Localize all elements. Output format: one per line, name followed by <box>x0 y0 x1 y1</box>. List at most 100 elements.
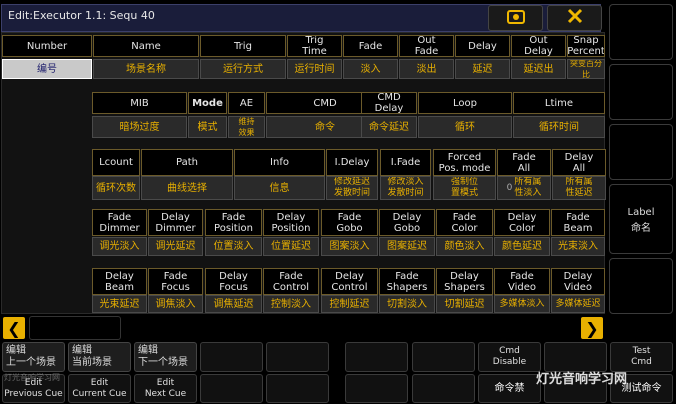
group5-value-7[interactable]: 多媒体淡入 <box>494 295 550 313</box>
scroll-right-button[interactable]: ❯ <box>581 317 603 339</box>
group2-value-1[interactable]: 模式 <box>188 116 227 138</box>
right-button-5[interactable] <box>609 258 673 314</box>
group3-value-0[interactable]: 循环次数 <box>92 176 140 200</box>
screen-button[interactable] <box>488 5 543 31</box>
group4-header-5: Delay Gobo <box>379 209 435 236</box>
cmd-disable-cn-button[interactable]: 命令禁 <box>478 374 541 403</box>
group5-header-7: Fade Video <box>494 268 550 295</box>
group3-value-6[interactable]: 0 所有属 性淡入 <box>497 176 551 200</box>
fade-all-prefix: 0 <box>506 182 513 193</box>
edit-cue-cn-button-0[interactable]: 编辑 上一个场景 <box>2 342 65 372</box>
label-button[interactable]: Label 命名 <box>609 184 673 254</box>
empty-button-top-0[interactable] <box>200 342 263 372</box>
group1-header-7: Out Delay <box>511 35 566 57</box>
group3-header-1: Path <box>141 149 233 176</box>
group4-header-2: Fade Position <box>205 209 262 236</box>
group2-header-5: Loop <box>418 92 512 114</box>
group1-value-3[interactable]: 运行时间 <box>287 59 342 79</box>
group5-value-6[interactable]: 切割延迟 <box>436 295 493 313</box>
empty-button-bottom-3[interactable] <box>412 374 475 403</box>
edit-cue-button-1[interactable]: Edit Current Cue <box>68 374 131 403</box>
group4-header-0: Fade Dimmer <box>92 209 147 236</box>
group4-value-4[interactable]: 图案淡入 <box>321 237 378 256</box>
group5-value-8[interactable]: 多媒体延迟 <box>551 295 605 313</box>
right-button-1[interactable] <box>609 4 673 60</box>
group1-header-3: Trig Time <box>287 35 342 57</box>
group1-value-4[interactable]: 淡入 <box>343 59 398 79</box>
group5-header-2: Delay Focus <box>205 268 262 295</box>
group1-value-5[interactable]: 淡出 <box>399 59 454 79</box>
group3-header-2: Info <box>234 149 325 176</box>
group3-value-5[interactable]: 强制位 置模式 <box>433 176 496 200</box>
group4-value-2[interactable]: 位置淡入 <box>205 237 262 256</box>
group1-value-1[interactable]: 场景名称 <box>93 59 199 79</box>
empty-button-top-3[interactable] <box>412 342 475 372</box>
group2-value-4[interactable]: 命令延迟 <box>361 116 417 138</box>
group3-value-2[interactable]: 信息 <box>234 176 325 200</box>
group3-header-4: I.Fade <box>380 149 431 176</box>
group4-header-7: Delay Color <box>494 209 550 236</box>
edit-cue-cn-button-2[interactable]: 编辑 下一个场景 <box>134 342 197 372</box>
group3-value-3[interactable]: 修改延迟 发散时间 <box>326 176 378 200</box>
scroll-left-button[interactable]: ❮ <box>3 317 25 339</box>
group4-value-6[interactable]: 颜色淡入 <box>436 237 493 256</box>
group2-header-6: Ltime <box>513 92 605 114</box>
screen-icon <box>506 8 525 29</box>
group1-header-2: Trig <box>200 35 286 57</box>
group1-value-0[interactable]: 编号 <box>2 59 92 79</box>
group1-value-6[interactable]: 延迟 <box>455 59 510 79</box>
group3-value-4[interactable]: 修改淡入 发散时间 <box>380 176 431 200</box>
group4-header-4: Fade Gobo <box>321 209 378 236</box>
right-button-2[interactable] <box>609 64 673 120</box>
group1-header-8: Snap Percent <box>567 35 605 57</box>
group1-header-4: Fade <box>343 35 398 57</box>
empty-button-bottom-2[interactable] <box>345 374 408 403</box>
group5-header-5: Fade Shapers <box>379 268 435 295</box>
group2-value-6[interactable]: 循环时间 <box>513 116 605 138</box>
group4-header-6: Fade Color <box>436 209 493 236</box>
group3-value-1[interactable]: 曲线选择 <box>141 176 233 200</box>
group1-value-2[interactable]: 运行方式 <box>200 59 286 79</box>
edit-cue-button-2[interactable]: Edit Next Cue <box>134 374 197 403</box>
group2-header-0: MIB <box>92 92 187 114</box>
right-button-3[interactable] <box>609 124 673 180</box>
label-button-text: Label <box>627 207 655 218</box>
group2-value-0[interactable]: 暗场过度 <box>92 116 187 138</box>
group5-value-0[interactable]: 光束延迟 <box>92 295 147 313</box>
label-button-text-cn: 命名 <box>631 223 651 234</box>
chevron-right-icon: ❯ <box>585 318 599 338</box>
group3-value-7[interactable]: 所有属 性延迟 <box>552 176 606 200</box>
group5-header-1: Fade Focus <box>148 268 203 295</box>
group4-value-1[interactable]: 调光延迟 <box>148 237 203 256</box>
close-button[interactable] <box>547 5 602 31</box>
group5-value-1[interactable]: 调焦淡入 <box>148 295 203 313</box>
group4-header-1: Delay Dimmer <box>148 209 203 236</box>
group1-header-0: Number <box>2 35 92 57</box>
group4-value-8[interactable]: 光束淡入 <box>551 237 605 256</box>
group5-value-2[interactable]: 调焦延迟 <box>205 295 262 313</box>
group4-value-3[interactable]: 位置延迟 <box>263 237 319 256</box>
group3-header-5: Forced Pos. mode <box>433 149 496 176</box>
group5-value-5[interactable]: 切割淡入 <box>379 295 435 313</box>
group2-value-5[interactable]: 循环 <box>418 116 512 138</box>
group5-value-3[interactable]: 控制淡入 <box>263 295 319 313</box>
group4-value-5[interactable]: 图案延迟 <box>379 237 435 256</box>
group5-header-8: Delay Video <box>551 268 605 295</box>
scroll-track[interactable] <box>29 316 121 340</box>
empty-button-top-1[interactable] <box>266 342 329 372</box>
empty-button-top-2[interactable] <box>345 342 408 372</box>
watermark-left: 灯光音响学习网 <box>4 373 60 382</box>
group4-header-8: Fade Beam <box>551 209 605 236</box>
group2-value-2[interactable]: 维持 效果 <box>228 116 265 138</box>
edit-cue-cn-button-1[interactable]: 编辑 当前场景 <box>68 342 131 372</box>
cmd-disable-button[interactable]: Cmd Disable <box>478 342 541 372</box>
group1-value-7[interactable]: 延迟出 <box>511 59 566 79</box>
group1-value-8[interactable]: 突变百分比 <box>567 59 605 79</box>
group5-value-4[interactable]: 控制延迟 <box>321 295 378 313</box>
group2-header-1: Mode <box>188 92 227 114</box>
group4-value-0[interactable]: 调光淡入 <box>92 237 147 256</box>
empty-button-bottom-0[interactable] <box>200 374 263 403</box>
empty-button-bottom-1[interactable] <box>266 374 329 403</box>
group4-value-7[interactable]: 颜色延迟 <box>494 237 550 256</box>
group3-header-6: Fade All <box>497 149 551 176</box>
